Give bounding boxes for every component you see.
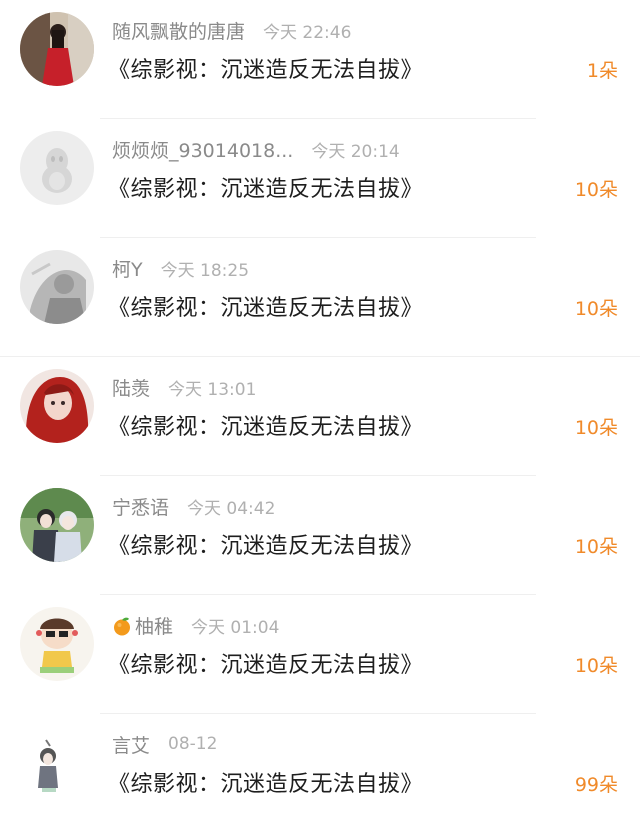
timestamp: 今天 13:01 [168,379,257,400]
timestamp: 今天 18:25 [160,260,250,281]
gift-count: 10朵 [574,655,618,677]
user-name[interactable]: 宁悉语 [112,493,169,520]
user-avatar[interactable] [20,369,94,443]
book-title[interactable]: 《综影视：沉迷造反无法自拔》 [108,647,423,679]
gift-count: 10朵 [574,298,618,320]
user-name[interactable]: 柯Y [112,255,143,282]
timestamp: 今天 01:04 [191,617,280,638]
user-name[interactable]: 陆羡 [112,374,150,401]
user-name[interactable]: 柚稚 [135,612,173,639]
list-item[interactable]: 陆羡 今天 13:01 《综影视：沉迷造反无法自拔》 10朵 [0,357,640,476]
list-item[interactable]: 随风飘散的唐唐 今天 22:46 《综影视：沉迷造反无法自拔》 1朵 [0,0,640,119]
book-title[interactable]: 《综影视：沉迷造反无法自拔》 [108,171,423,203]
list-item[interactable]: 烦烦烦_93014018... 今天 20:14 《综影视：沉迷造反无法自拔》 … [0,119,640,238]
gift-count: 1朵 [586,60,618,82]
book-title[interactable]: 《综影视：沉迷造反无法自拔》 [108,766,423,798]
timestamp: 08-12 [168,734,218,754]
list-item[interactable]: 言艾 08-12 《综影视：沉迷造反无法自拔》 99朵 [0,714,640,833]
gift-list: 随风飘散的唐唐 今天 22:46 《综影视：沉迷造反无法自拔》 1朵 烦烦烦_9… [0,0,640,833]
timestamp: 今天 04:42 [187,498,276,519]
timestamp: 今天 22:46 [263,22,352,43]
tangerine-icon [112,616,132,636]
gift-count: 10朵 [574,179,618,201]
user-avatar[interactable] [20,250,94,324]
user-name[interactable]: 烦烦烦_93014018... [112,136,293,163]
list-item[interactable]: 柯Y 今天 18:25 《综影视：沉迷造反无法自拔》 10朵 [0,238,640,357]
book-title[interactable]: 《综影视：沉迷造反无法自拔》 [108,409,423,441]
user-name[interactable]: 言艾 [112,731,150,758]
user-avatar[interactable] [20,488,94,562]
gift-count: 10朵 [574,417,618,439]
list-item[interactable]: 宁悉语 今天 04:42 《综影视：沉迷造反无法自拔》 10朵 [0,476,640,595]
timestamp: 今天 20:14 [311,141,400,162]
book-title[interactable]: 《综影视：沉迷造反无法自拔》 [108,528,423,560]
user-avatar[interactable] [20,131,94,205]
user-avatar[interactable] [20,726,94,800]
book-title[interactable]: 《综影视：沉迷造反无法自拔》 [108,290,423,322]
gift-count: 99朵 [574,774,618,796]
list-item[interactable]: 柚稚 今天 01:04 《综影视：沉迷造反无法自拔》 10朵 [0,595,640,714]
gift-count: 10朵 [574,536,618,558]
book-title[interactable]: 《综影视：沉迷造反无法自拔》 [108,52,423,84]
user-avatar[interactable] [20,12,94,86]
user-name[interactable]: 随风飘散的唐唐 [112,17,245,44]
user-avatar[interactable] [20,607,94,681]
